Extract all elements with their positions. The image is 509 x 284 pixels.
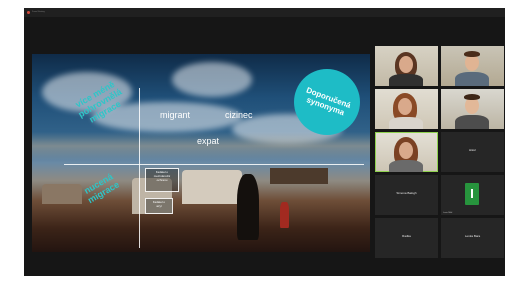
box-asylum: žadatel o azyl [145,198,173,214]
participant-tile[interactable] [375,89,438,129]
shared-slide: více méně pohrovnělá migrace nucená migr… [32,54,370,252]
participant-tile[interactable]: Simona Balogh [375,175,438,215]
face [398,98,412,115]
participant-tile[interactable] [375,46,438,86]
window-title: Zoom Meeting [32,11,45,13]
zoom-window: Zoom Meeting více méně pohrovnělá migrac… [24,8,505,276]
horizontal-divider [64,164,364,165]
hair [464,94,480,100]
shirt [455,115,489,129]
participant-tile[interactable] [441,89,504,129]
circle-label: Doporučená synonyma [305,85,352,118]
participant-name: Hitori [468,148,476,152]
tent-roof [270,168,328,184]
child-figure [280,202,289,228]
record-dot-icon [27,11,30,14]
person-figure [237,174,259,240]
tent [182,170,242,204]
cloud [172,62,252,97]
shirt [389,160,423,172]
face [399,142,413,159]
title-bar: Zoom Meeting [24,8,505,17]
participant-tile[interactable]: Radka [375,218,438,258]
participant-name: Simona Balogh [396,191,417,195]
participant-tile[interactable]: Lucie Milič [441,175,504,215]
face [399,56,413,73]
box-international-protection: žadatel o mezinárodní ochranu [145,168,179,192]
participant-tile-active-speaker[interactable] [375,132,438,172]
shirt [455,72,489,86]
vertical-divider [139,88,140,248]
recommended-synonyms-circle: Doporučená synonyma [294,69,360,135]
hair [464,51,480,57]
shirt [389,117,423,129]
participant-name: Lenka Bara [464,234,481,238]
forced-migration-label: nucená migrace [82,171,121,206]
participant-tile[interactable]: Hitori [441,132,504,172]
participant-name: Radka [402,234,411,238]
participant-tile[interactable] [441,46,504,86]
shirt [389,74,423,86]
word-migrant: migrant [160,110,191,120]
participant-tile[interactable]: Lenka Bara [441,218,504,258]
word-cizinec: cizinec [225,110,253,120]
microphone-icon [465,183,479,205]
participant-gallery: Hitori Simona Balogh Lucie Milič Radka L… [375,46,505,258]
word-expat: expat [197,136,220,146]
participant-name: Lucie Milič [443,212,453,214]
